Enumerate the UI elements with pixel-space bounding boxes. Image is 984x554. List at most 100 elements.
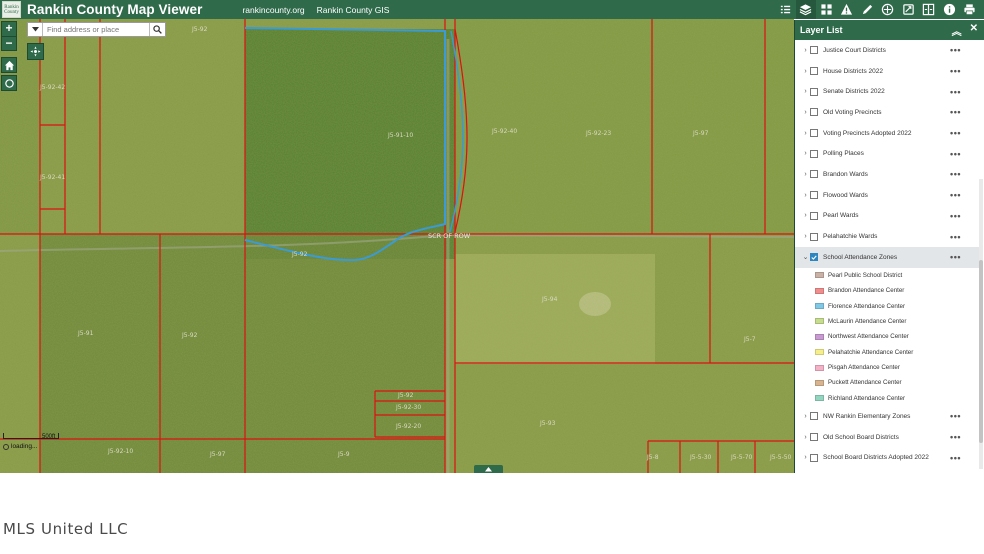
layer-item[interactable]: › Voting Precincts Adopted 2022 ••• bbox=[795, 123, 979, 144]
zoom-out-button[interactable]: − bbox=[2, 36, 16, 50]
layer-item[interactable]: › House Districts 2022 ••• bbox=[795, 61, 979, 82]
layer-options-icon[interactable]: ••• bbox=[950, 45, 961, 55]
chevron-right-icon[interactable]: › bbox=[801, 212, 810, 219]
list-button[interactable] bbox=[775, 0, 796, 19]
search-input[interactable] bbox=[43, 23, 149, 36]
layer-visibility-checkbox[interactable] bbox=[810, 211, 818, 220]
chevron-right-icon[interactable]: › bbox=[801, 413, 810, 420]
navigation-button[interactable] bbox=[27, 43, 44, 60]
layer-item[interactable]: › Justice Court Districts ••• bbox=[795, 40, 979, 61]
panel-scrollbar-thumb[interactable] bbox=[979, 260, 983, 443]
legend-item: Pearl Public School District bbox=[795, 268, 979, 283]
layer-options-icon[interactable]: ••• bbox=[950, 211, 961, 221]
chevron-right-icon[interactable]: › bbox=[801, 454, 810, 461]
layer-visibility-checkbox[interactable] bbox=[810, 232, 818, 241]
layer-options-icon[interactable]: ••• bbox=[950, 453, 961, 463]
layer-options-icon[interactable]: ••• bbox=[950, 411, 961, 421]
county-logo[interactable]: Rankin County bbox=[2, 1, 21, 18]
close-panel-icon[interactable]: ✕ bbox=[970, 23, 978, 38]
chevron-right-icon[interactable]: › bbox=[801, 233, 810, 240]
layer-visibility-checkbox[interactable] bbox=[810, 67, 818, 76]
chevron-right-icon[interactable]: › bbox=[801, 150, 810, 157]
attribute-table-toggle[interactable] bbox=[474, 465, 503, 473]
layer-options-icon[interactable]: ••• bbox=[950, 169, 961, 179]
draw-pencil-button[interactable] bbox=[857, 0, 878, 19]
layer-visibility-checkbox[interactable] bbox=[810, 149, 818, 158]
layer-visibility-checkbox[interactable] bbox=[810, 108, 818, 117]
layer-item[interactable]: › NW Rankin Elementary Zones ••• bbox=[795, 406, 979, 427]
collapse-panel-icon[interactable]: ︽ bbox=[952, 23, 962, 38]
layer-visibility-checkbox[interactable] bbox=[810, 170, 818, 179]
print-tool-button[interactable] bbox=[898, 0, 919, 19]
layer-item[interactable]: ⌄ School Attendance Zones ••• bbox=[795, 246, 979, 268]
layer-options-icon[interactable]: ••• bbox=[950, 252, 961, 262]
layer-visibility-checkbox[interactable] bbox=[810, 433, 818, 442]
split-view-button[interactable] bbox=[919, 0, 940, 19]
layer-item[interactable]: › Pearl Wards ••• bbox=[795, 206, 979, 227]
chevron-right-icon[interactable]: › bbox=[801, 47, 810, 54]
layer-options-icon[interactable]: ••• bbox=[950, 232, 961, 242]
layer-item[interactable]: › School Board Districts Adopted 2022 ••• bbox=[795, 447, 979, 468]
layer-options-icon[interactable]: ••• bbox=[950, 66, 961, 76]
watermark: MLS United LLC bbox=[3, 520, 129, 538]
layer-visibility-checkbox[interactable] bbox=[810, 46, 818, 55]
chevron-down-icon[interactable]: ⌄ bbox=[801, 253, 810, 261]
chevron-right-icon[interactable]: › bbox=[801, 192, 810, 199]
check-icon bbox=[811, 255, 817, 260]
layer-options-icon[interactable]: ••• bbox=[950, 190, 961, 200]
layer-item[interactable]: › Flowood Wards ••• bbox=[795, 185, 979, 206]
layer-item[interactable]: › Senate Districts 2022 ••• bbox=[795, 81, 979, 102]
layer-visibility-checkbox[interactable] bbox=[810, 129, 818, 138]
parcel-label: J5-92-42 bbox=[39, 84, 65, 91]
link-rankincounty[interactable]: rankincounty.org bbox=[242, 5, 304, 15]
loading-spinner-icon bbox=[3, 443, 9, 450]
layer-label: Flowood Wards bbox=[823, 191, 868, 199]
layer-label: Justice Court Districts bbox=[823, 46, 886, 54]
search-button[interactable] bbox=[149, 23, 165, 36]
layer-item[interactable]: › Polling Places ••• bbox=[795, 143, 979, 164]
chevron-right-icon[interactable]: › bbox=[801, 68, 810, 75]
layer-options-icon[interactable]: ••• bbox=[950, 128, 961, 138]
chevron-right-icon[interactable]: › bbox=[801, 130, 810, 137]
search-source-dropdown[interactable] bbox=[28, 23, 43, 36]
legend-swatch bbox=[815, 272, 824, 279]
road-label: SCR OF ROW bbox=[428, 232, 471, 240]
home-button[interactable] bbox=[1, 57, 17, 73]
split-view-icon bbox=[923, 3, 935, 16]
chevron-right-icon[interactable]: › bbox=[801, 109, 810, 116]
layer-options-icon[interactable]: ••• bbox=[950, 149, 961, 159]
map-view[interactable]: SCR OF ROW J5-92 J5-92-42 J5-92-41 J5-91-10… bbox=[0, 19, 794, 473]
parcel-label: J5-92 bbox=[291, 251, 308, 258]
info-button[interactable] bbox=[939, 0, 960, 19]
layer-item[interactable]: › Old Voting Precincts ••• bbox=[795, 102, 979, 123]
parcel-label: J5-92-20 bbox=[395, 423, 421, 430]
layer-options-icon[interactable]: ••• bbox=[950, 432, 961, 442]
chevron-right-icon[interactable]: › bbox=[801, 171, 810, 178]
zoom-in-button[interactable]: + bbox=[2, 22, 16, 36]
link-rankin-gis[interactable]: Rankin County GIS bbox=[317, 5, 390, 15]
chevron-right-icon[interactable]: › bbox=[801, 88, 810, 95]
chevron-right-icon[interactable]: › bbox=[801, 434, 810, 441]
basemap-grid-button[interactable] bbox=[816, 0, 837, 19]
legend-label: Richland Attendance Center bbox=[828, 394, 906, 402]
layer-options-icon[interactable]: ••• bbox=[950, 107, 961, 117]
layer-options-icon[interactable]: ••• bbox=[950, 87, 961, 97]
layer-item[interactable]: ›Electric Service Areas••• bbox=[795, 468, 979, 473]
layer-list: › Justice Court Districts ••• › House Distri… bbox=[795, 40, 979, 473]
warning-button[interactable] bbox=[837, 0, 858, 19]
layer-visibility-checkbox[interactable] bbox=[810, 453, 818, 462]
printer-button[interactable] bbox=[960, 0, 981, 19]
map-canvas[interactable]: SCR OF ROW J5-92 J5-92-42 J5-92-41 J5-91-10… bbox=[0, 19, 794, 473]
layer-item[interactable]: › Pelahatchie Wards ••• bbox=[795, 226, 979, 247]
chevron-up-icon bbox=[485, 466, 492, 471]
layer-visibility-checkbox[interactable] bbox=[810, 412, 818, 421]
layers-button[interactable] bbox=[795, 0, 816, 19]
measure-button[interactable] bbox=[878, 0, 899, 19]
layer-item[interactable]: › Old School Board Districts ••• bbox=[795, 427, 979, 448]
layer-visibility-checkbox[interactable] bbox=[810, 253, 818, 262]
layer-visibility-checkbox[interactable] bbox=[810, 191, 818, 200]
county-logo-text: Rankin County bbox=[4, 4, 19, 15]
layer-visibility-checkbox[interactable] bbox=[810, 87, 818, 96]
layer-item[interactable]: › Brandon Wards ••• bbox=[795, 164, 979, 185]
locate-button[interactable] bbox=[1, 75, 17, 91]
